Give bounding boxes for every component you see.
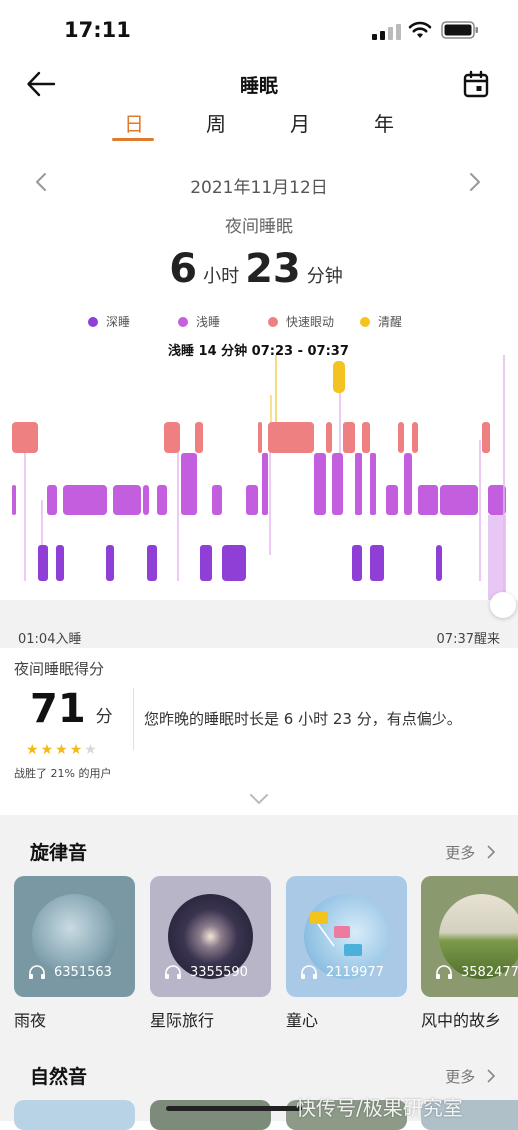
duration-hours: 6 <box>169 246 198 292</box>
melody-title: 星际旅行 <box>150 1011 215 1030</box>
nature-more-link[interactable]: 更多 <box>445 1066 496 1087</box>
headphones-icon <box>165 965 181 979</box>
sleep-duration: 6 小时 23 分钟 <box>0 246 518 292</box>
score-divider <box>133 688 134 750</box>
next-day-chevron-icon[interactable] <box>468 172 482 192</box>
star-filled-icon: ★ <box>40 742 56 758</box>
wifi-icon <box>408 21 432 38</box>
tab-year[interactable]: 年 <box>362 108 406 137</box>
duration-hours-unit: 小时 <box>203 266 240 287</box>
score-title: 夜间睡眠得分 <box>14 660 105 678</box>
nature-section-title: 自然音 <box>30 1066 88 1088</box>
more-label: 更多 <box>445 844 476 862</box>
legend-awake: 清醒 <box>360 313 402 330</box>
melody-title: 童心 <box>286 1011 319 1030</box>
duration-minutes: 23 <box>245 246 301 292</box>
score-unit: 分 <box>95 707 113 727</box>
melody-title: 雨夜 <box>14 1011 47 1030</box>
legend-label: 快速眼动 <box>286 315 335 329</box>
score-stars: ★★★★★ <box>26 742 99 758</box>
more-label: 更多 <box>445 1068 476 1086</box>
tab-day[interactable]: 日 <box>112 108 156 137</box>
calendar-icon[interactable] <box>463 70 489 98</box>
nature-card[interactable] <box>150 1100 271 1130</box>
melody-card-hometown-in-wind[interactable]: 3582477 <box>421 876 518 997</box>
expand-chevron-down-icon[interactable] <box>248 792 270 806</box>
melody-section-title: 旋律音 <box>30 842 88 864</box>
legend-label: 清醒 <box>378 315 403 329</box>
melody-card-rainy-night[interactable]: 6351563 <box>14 876 135 997</box>
sleep-start-time: 01:04入睡 <box>18 632 82 647</box>
legend-label: 深睡 <box>106 315 131 329</box>
headphones-icon <box>29 965 45 979</box>
legend-deep-sleep: 深睡 <box>88 313 130 330</box>
battery-icon <box>441 21 478 39</box>
star-filled-icon: ★ <box>55 742 70 758</box>
chevron-right-icon <box>487 845 496 859</box>
star-filled-icon: ★ <box>69 742 85 758</box>
legend-rem-sleep: 快速眼动 <box>268 313 334 330</box>
active-tab-indicator <box>112 138 154 141</box>
play-count: 2119977 <box>326 965 384 980</box>
page-title: 睡眠 <box>239 75 278 97</box>
tab-month[interactable]: 月 <box>278 108 322 137</box>
ferris-wheel-icon <box>310 912 362 956</box>
melody-card-space-travel[interactable]: 3355590 <box>150 876 271 997</box>
cellular-signal-icon <box>372 24 401 40</box>
sleep-stage-chart[interactable] <box>0 355 518 600</box>
timeline-scrubber-handle[interactable] <box>490 592 516 618</box>
melody-card-childlike[interactable]: 2119977 <box>286 876 407 997</box>
play-count: 6351563 <box>54 965 112 980</box>
watermark-text: 快传号/极果研究室 <box>296 1096 463 1120</box>
star-empty-icon: ★ <box>84 742 99 758</box>
current-date: 2021年11月12日 <box>190 178 328 198</box>
sleep-type-label: 夜间睡眠 <box>225 217 293 237</box>
chevron-right-icon <box>487 1069 496 1083</box>
legend-label: 浅睡 <box>196 315 221 329</box>
star-filled-icon: ★ <box>26 742 41 758</box>
wake-time: 07:37醒来 <box>436 632 500 647</box>
beat-percentage: 战胜了 21% 的用户 <box>14 767 112 780</box>
light-sleep-dot-icon <box>178 317 188 327</box>
sleep-score: 71 分 <box>30 686 113 732</box>
duration-minutes-unit: 分钟 <box>306 266 343 287</box>
headphones-icon <box>436 965 452 979</box>
melody-title: 风中的故乡 <box>421 1011 502 1030</box>
play-count: 3582477 <box>461 965 518 980</box>
deep-sleep-dot-icon <box>88 317 98 327</box>
rem-sleep-dot-icon <box>268 317 278 327</box>
tab-week[interactable]: 周 <box>194 108 238 137</box>
status-time: 17:11 <box>64 18 131 42</box>
score-comment: 您昨晚的睡眠时长是 6 小时 23 分，有点偏少。 <box>144 710 462 728</box>
awake-dot-icon <box>360 317 370 327</box>
nature-card[interactable] <box>14 1100 135 1130</box>
legend-light-sleep: 浅睡 <box>178 313 220 330</box>
headphones-icon <box>301 965 317 979</box>
melody-more-link[interactable]: 更多 <box>445 842 496 863</box>
play-count: 3355590 <box>190 965 248 980</box>
home-indicator[interactable] <box>166 1106 302 1111</box>
score-value: 71 <box>30 686 86 732</box>
